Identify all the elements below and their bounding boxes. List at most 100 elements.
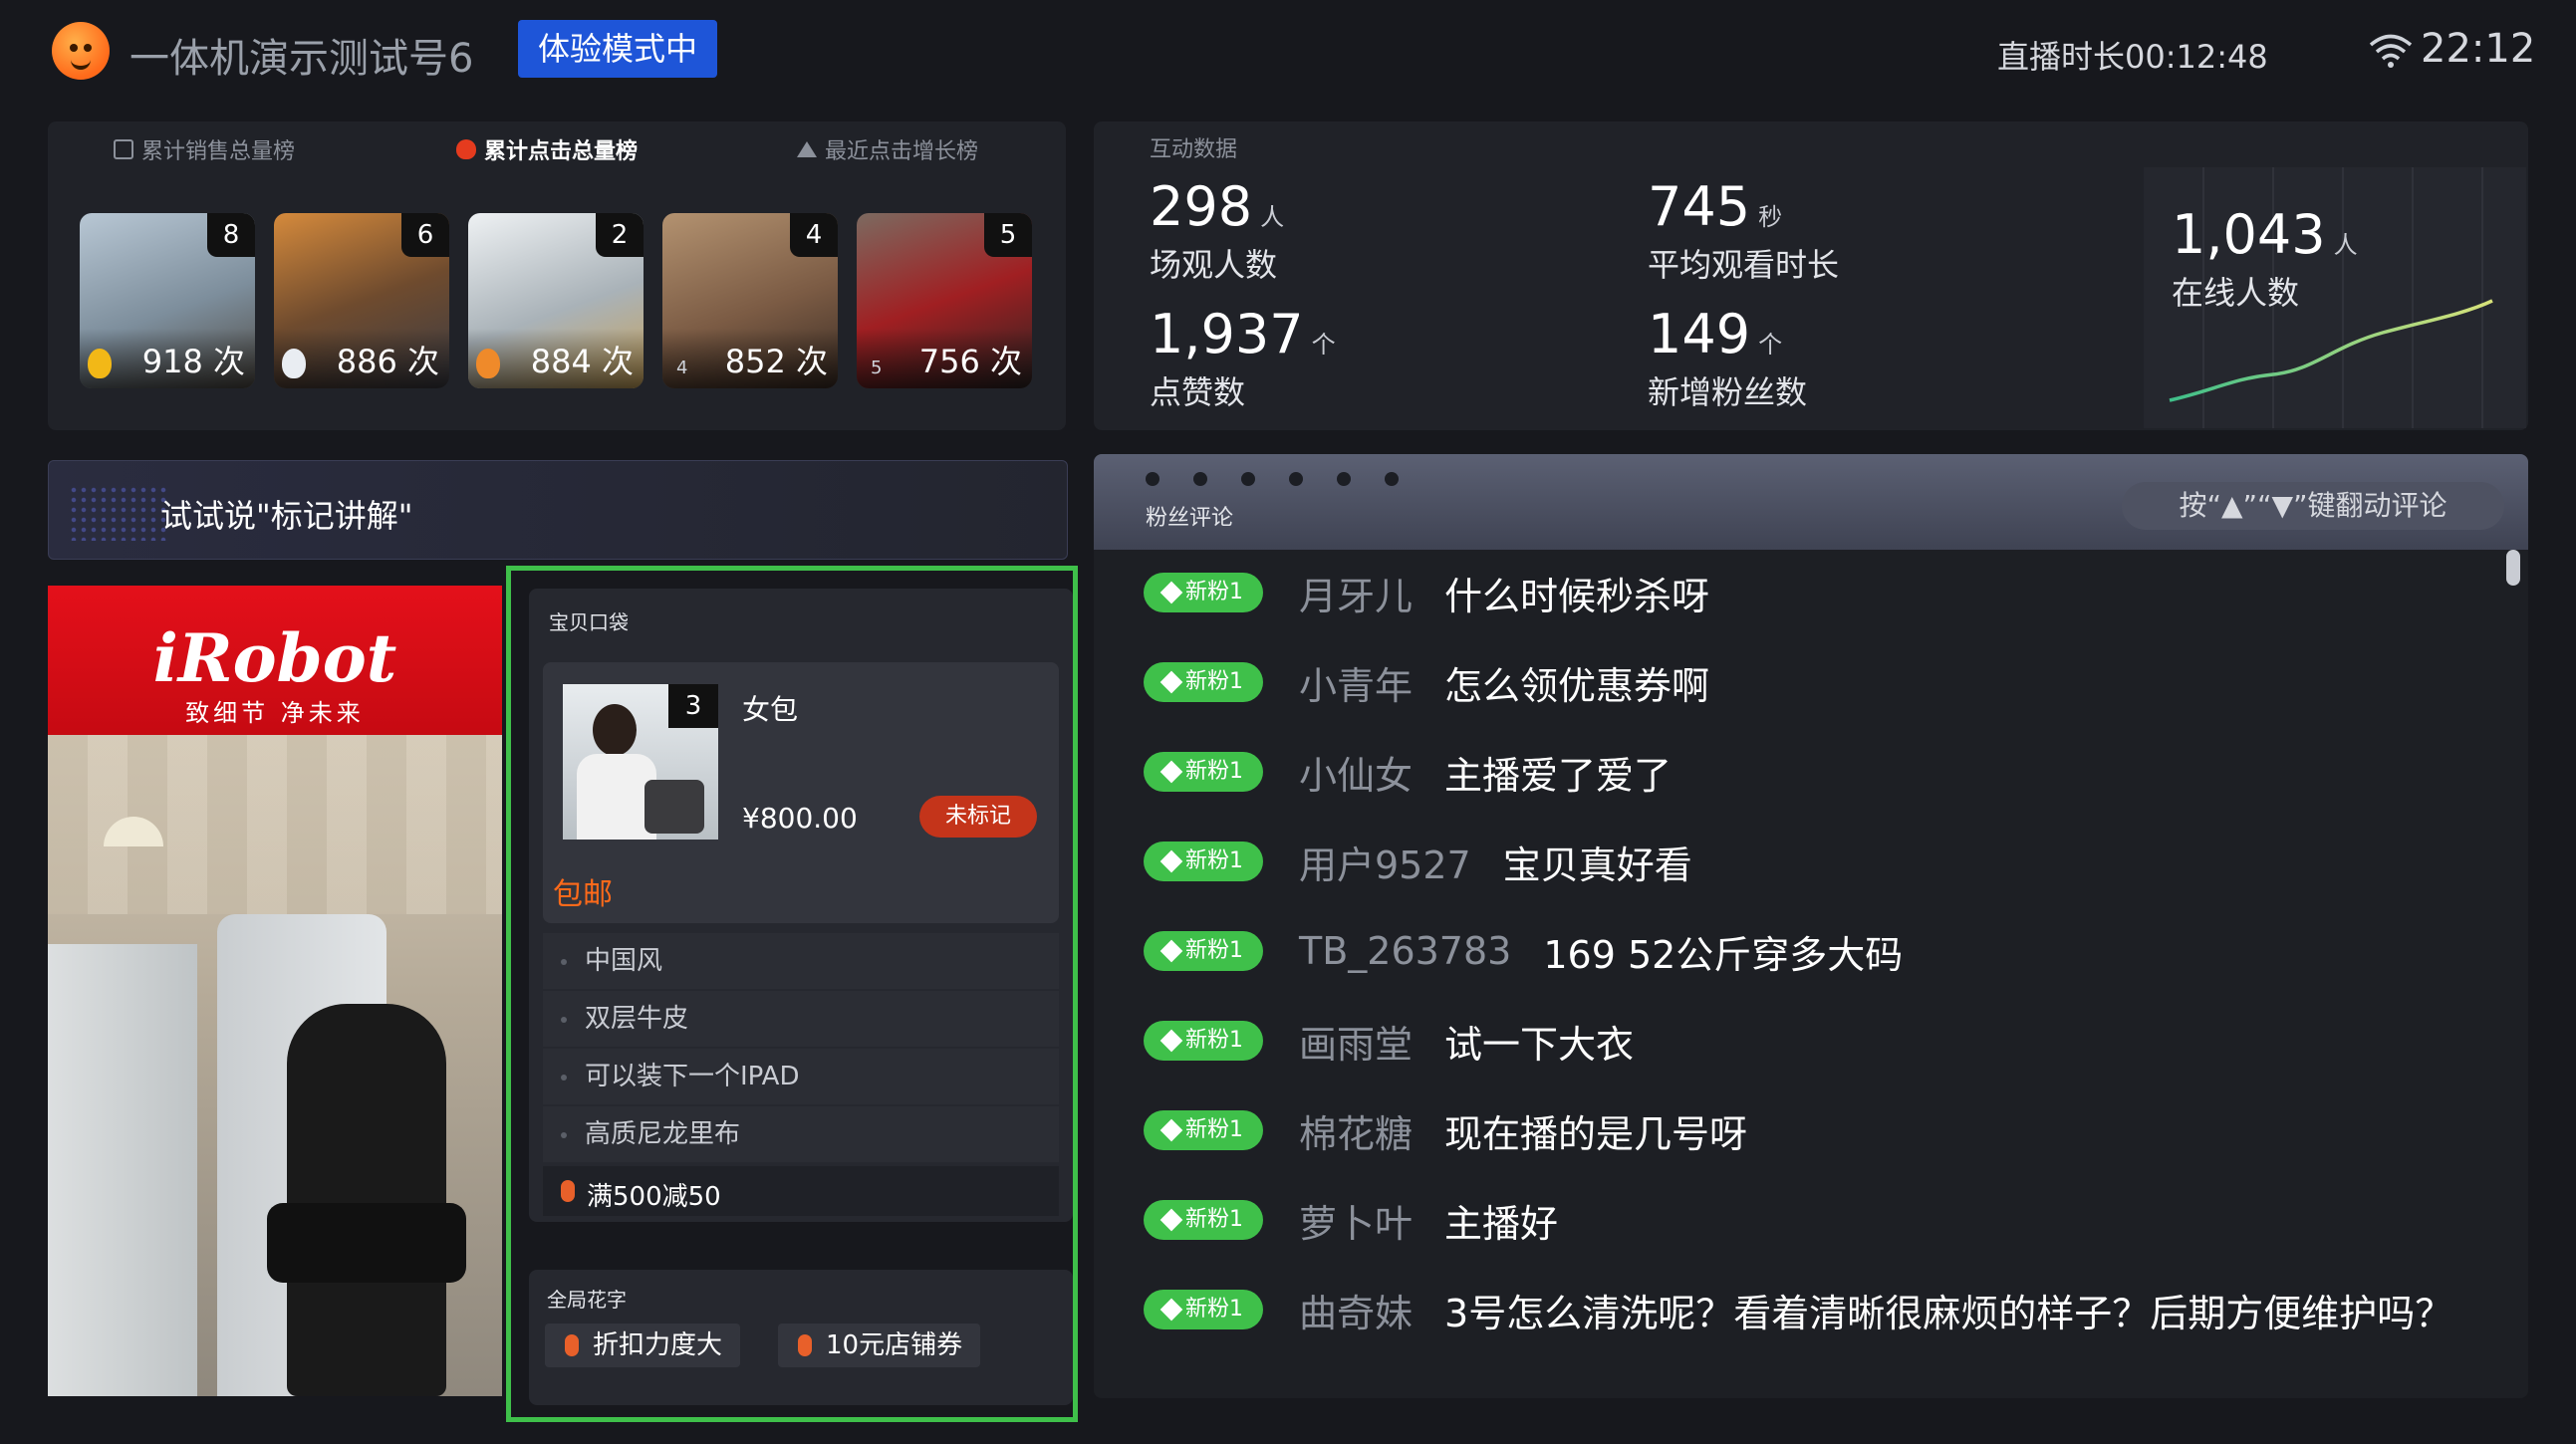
- new-fan-badge: 新粉1: [1144, 573, 1263, 612]
- gem-icon: [1159, 1118, 1183, 1142]
- flame-icon: [456, 139, 476, 159]
- gem-icon: [1159, 670, 1183, 694]
- tab-clicks-growth[interactable]: 最近点击增长榜: [797, 133, 978, 165]
- brand-slogan: 致细节 净未来: [185, 699, 365, 727]
- feature-item: 可以装下一个IPAD: [543, 1049, 1059, 1104]
- flame-icon: [282, 349, 306, 378]
- new-fan-badge: 新粉1: [1144, 662, 1263, 702]
- click-count: 852 次: [724, 343, 828, 380]
- new-fan-badge: 新粉1: [1144, 752, 1263, 792]
- clock: 22:12: [2421, 26, 2536, 72]
- click-count: 884 次: [530, 343, 634, 380]
- comment-text: 3号怎么清洗呢？看着清晰很麻烦的样子？后期方便维护吗？: [1444, 1291, 2453, 1335]
- new-fan-badge: 新粉1: [1144, 842, 1263, 881]
- comment-text: 什么时候秒杀呀: [1444, 574, 1710, 618]
- comment-user: 月牙儿: [1299, 574, 1414, 618]
- new-fans-stat: 149 个 新增粉丝数: [1648, 303, 1808, 411]
- promo-item: 满500减50: [543, 1166, 1059, 1216]
- comment-row[interactable]: 新粉1 TB_263783 169 52公斤穿多大码: [1144, 916, 1903, 986]
- gem-icon: [1159, 581, 1183, 604]
- flip-comments-hint: 按“▲”“▼”键翻动评论: [2122, 482, 2504, 530]
- comment-row[interactable]: 新粉1 棉花糖 现在播的是几号呀: [1144, 1095, 1747, 1165]
- arrow-up-icon: [797, 141, 817, 157]
- product-price: ¥800.00: [742, 802, 858, 835]
- wifi-icon: [2369, 34, 2413, 68]
- rank-item[interactable]: 2 884 次: [468, 213, 644, 388]
- click-count: 756 次: [918, 343, 1022, 380]
- feature-item: 中国风: [543, 933, 1059, 989]
- product-rank: 3: [668, 684, 718, 728]
- comment-row[interactable]: 新粉1 曲奇妹 3号怎么清洗呢？看着清晰很麻烦的样子？后期方便维护吗？: [1144, 1275, 2452, 1344]
- comment-row[interactable]: 新粉1 萝卜叶 主播好: [1144, 1185, 1558, 1255]
- comments-title: 粉丝评论: [1146, 506, 1234, 531]
- global-text-card: 全局花字 折扣力度大 10元店铺券: [529, 1270, 1073, 1405]
- comments-scrollbar[interactable]: [2506, 550, 2520, 586]
- rank-item[interactable]: 5 5 756 次: [857, 213, 1032, 388]
- position-number: 5: [871, 358, 883, 378]
- comment-text: 主播爱了爱了: [1444, 753, 1673, 798]
- global-chip[interactable]: 折扣力度大: [545, 1324, 741, 1367]
- comment-user: 曲奇妹: [1299, 1291, 1414, 1335]
- top-bar: 一体机演示测试号6 体验模式中 直播时长00:12:48 22:12: [0, 0, 2576, 110]
- gem-icon: [1159, 1298, 1183, 1322]
- shipping-label: 包邮: [553, 877, 613, 912]
- tab-sales-total[interactable]: 累计销售总量榜: [114, 133, 295, 165]
- comment-user: 棉花糖: [1299, 1111, 1414, 1156]
- global-chip[interactable]: 10元店铺券: [778, 1324, 981, 1367]
- flame-icon: [476, 349, 500, 378]
- mark-status-button[interactable]: 未标记: [919, 796, 1037, 838]
- new-fan-badge: 新粉1: [1144, 1110, 1263, 1150]
- gem-icon: [1159, 849, 1183, 873]
- online-panel: 1,043 人 在线人数: [2144, 167, 2526, 428]
- mic-icon: [565, 1334, 579, 1356]
- rank-item[interactable]: 6 886 次: [274, 213, 449, 388]
- live-duration: 直播时长00:12:48: [1997, 38, 2268, 76]
- comment-row[interactable]: 新粉1 小青年 怎么领优惠券啊: [1144, 647, 1709, 717]
- comment-user: 画雨堂: [1299, 1022, 1414, 1067]
- new-fan-badge: 新粉1: [1144, 931, 1263, 971]
- global-title: 全局花字: [547, 1288, 627, 1312]
- brand-logo: iRobot: [152, 619, 397, 697]
- ranking-panel: 累计销售总量榜 累计点击总量榜 最近点击增长榜 8 918 次 6 886 次 …: [48, 121, 1066, 430]
- rank-number: 6: [401, 213, 449, 257]
- mic-icon: [798, 1334, 812, 1356]
- rank-item[interactable]: 8 918 次: [80, 213, 255, 388]
- comment-row[interactable]: 新粉1 月牙儿 什么时候秒杀呀: [1144, 558, 1709, 627]
- comment-text: 主播好: [1444, 1201, 1559, 1246]
- gem-icon: [1159, 1208, 1183, 1232]
- gem-icon: [1159, 760, 1183, 784]
- feature-item: 高质尼龙里布: [543, 1106, 1059, 1162]
- new-fan-badge: 新粉1: [1144, 1200, 1263, 1240]
- viewers-stat: 298 人 场观人数: [1150, 175, 1285, 284]
- comment-text: 现在播的是几号呀: [1444, 1111, 1748, 1156]
- cart-icon: [114, 139, 133, 159]
- comment-text: 宝贝真好看: [1502, 842, 1692, 887]
- comment-row[interactable]: 新粉1 小仙女 主播爱了爱了: [1144, 737, 1672, 807]
- new-fan-badge: 新粉1: [1144, 1021, 1263, 1061]
- product-name: 女包: [742, 693, 799, 726]
- comment-text: 试一下大衣: [1444, 1022, 1635, 1067]
- comment-text: 169 52公斤穿多大码: [1543, 932, 1904, 977]
- click-count: 886 次: [336, 343, 439, 380]
- comment-text: 怎么领优惠券啊: [1444, 663, 1710, 708]
- mic-icon: [561, 1180, 575, 1202]
- rank-number: 5: [984, 213, 1032, 257]
- account-avatar: [52, 22, 110, 80]
- likes-stat: 1,937 个 点赞数: [1150, 303, 1336, 411]
- product-pocket-panel[interactable]: 宝贝口袋 3 女包 ¥800.00 未标记 包邮 中国风 双层牛皮 可以装下一个…: [506, 566, 1078, 1422]
- position-number: 4: [676, 358, 688, 378]
- avg-watch-stat: 745 秒 平均观看时长: [1648, 175, 1840, 284]
- comment-row[interactable]: 新粉1 画雨堂 试一下大衣: [1144, 1006, 1634, 1076]
- comment-row[interactable]: 新粉1 用户9527 宝贝真好看: [1144, 827, 1692, 896]
- comments-header: 粉丝评论 按“▲”“▼”键翻动评论: [1094, 454, 2528, 550]
- product-item[interactable]: 3 女包 ¥800.00 未标记 包邮: [543, 662, 1059, 923]
- rank-number: 2: [596, 213, 644, 257]
- voice-hint-bar: 试试说"标记讲解": [48, 460, 1068, 560]
- tab-clicks-total[interactable]: 累计点击总量榜: [456, 133, 638, 165]
- rank-number: 4: [790, 213, 838, 257]
- online-stat: 1,043 人 在线人数: [2172, 203, 2358, 312]
- account-name: 一体机演示测试号6: [129, 36, 474, 82]
- comment-user: 萝卜叶: [1299, 1201, 1414, 1246]
- rank-item[interactable]: 4 4 852 次: [662, 213, 838, 388]
- comment-user: 小青年: [1299, 663, 1414, 708]
